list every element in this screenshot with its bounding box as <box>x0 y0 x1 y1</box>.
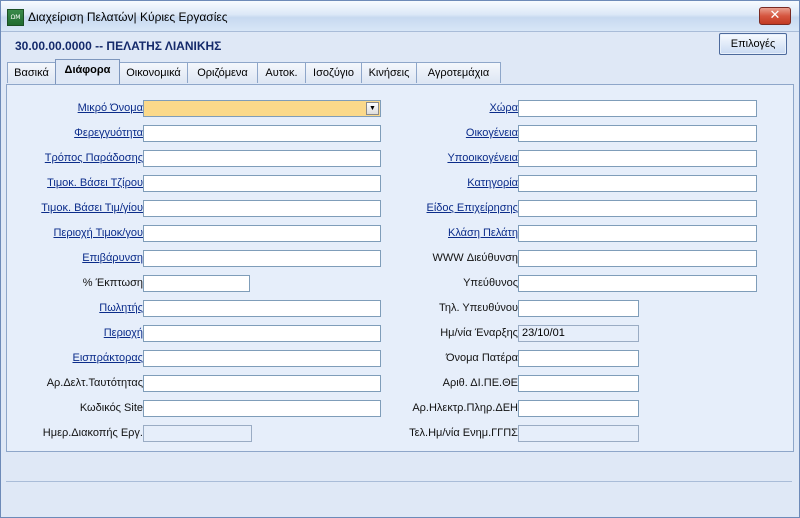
window-title: Διαχείριση Πελατών| Κύριες Εργασίες <box>28 10 228 24</box>
pricelist-area-field[interactable] <box>143 225 381 242</box>
pricelist-area-label[interactable]: Περιοχή Τιμοκ/γου <box>53 227 143 239</box>
father-name-field[interactable] <box>518 350 639 367</box>
salesperson-field[interactable] <box>143 300 381 317</box>
surcharge-label[interactable]: Επιβάρυνση <box>82 252 143 264</box>
last-gsis-update-label: Τελ.Ημ/νία Ενημ.ΓΓΠΣ <box>409 427 518 439</box>
country-field[interactable] <box>518 100 757 117</box>
app-icon: ΩΜ <box>7 9 24 26</box>
pricelist-by-pricelist-label[interactable]: Τιμοκ. Βάσει Τιμ/γίου <box>41 202 143 214</box>
close-button[interactable]: ✕ <box>759 7 791 25</box>
solvency-field[interactable] <box>143 125 381 142</box>
family-field[interactable] <box>518 125 757 142</box>
category-label[interactable]: Κατηγορία <box>467 177 518 189</box>
business-type-label[interactable]: Είδος Επιχείρησης <box>427 202 518 214</box>
start-date-label: Ημ/νία Έναρξης <box>440 327 518 339</box>
site-code-field[interactable] <box>143 400 381 417</box>
tab-auto[interactable]: Αυτοκ. <box>257 62 306 83</box>
delivery-method-label[interactable]: Τρόπος Παράδοσης <box>45 152 143 164</box>
footer-divider <box>6 481 792 482</box>
site-code-label: Κωδικός Site <box>79 402 143 414</box>
tab-land-plots[interactable]: Αγροτεμάχια <box>416 62 501 83</box>
father-name-label: Όνομα Πατέρα <box>445 352 518 364</box>
tab-balance[interactable]: Ισοζύγιο <box>305 62 362 83</box>
dipethe-number-label: Αριθ. ΔΙ.ΠΕ.ΘΕ <box>442 377 518 389</box>
person-in-charge-label: Υπεύθυνος <box>463 277 518 289</box>
customer-class-field[interactable] <box>518 225 757 242</box>
family-label[interactable]: Οικογένεια <box>466 127 518 139</box>
category-field[interactable] <box>518 175 757 192</box>
www-address-field[interactable] <box>518 250 757 267</box>
electronic-payment-number-field[interactable] <box>518 400 639 417</box>
area-label[interactable]: Περιοχή <box>104 327 143 339</box>
customer-code-title: 30.00.00.0000 -- ΠΕΛΑΤΗΣ ΛΙΑΝΙΚΗΣ <box>15 39 222 53</box>
pricelist-turnover-field[interactable] <box>143 175 381 192</box>
subfamily-label[interactable]: Υποοικογένεια <box>447 152 518 164</box>
last-gsis-update-field <box>518 425 639 442</box>
id-card-number-label: Αρ.Δελτ.Ταυτότητας <box>46 377 143 389</box>
discount-percent-label: % Έκπτωση <box>82 277 143 289</box>
tab-misc[interactable]: Διάφορα <box>55 59 120 84</box>
business-type-field[interactable] <box>518 200 757 217</box>
id-card-number-field[interactable] <box>143 375 381 392</box>
discount-percent-field[interactable] <box>143 275 250 292</box>
dipethe-number-field[interactable] <box>518 375 639 392</box>
chevron-down-icon[interactable]: ▼ <box>366 102 379 115</box>
work-stop-date-field <box>143 425 252 442</box>
close-icon: ✕ <box>769 8 781 23</box>
electronic-payment-number-label: Αρ.Ηλεκτρ.Πληρ.ΔΕΗ <box>412 402 518 414</box>
solvency-label[interactable]: Φερεγγυότητα <box>74 127 143 139</box>
tab-basic[interactable]: Βασικά <box>7 62 56 83</box>
work-stop-date-label: Ημερ.Διακοπής Εργ. <box>42 427 143 439</box>
contact-phone-field[interactable] <box>518 300 639 317</box>
pricelist-turnover-label[interactable]: Τιμοκ. Βάσει Τζίρου <box>47 177 143 189</box>
tab-defined[interactable]: Οριζόμενα <box>187 62 258 83</box>
salesperson-label[interactable]: Πωλητής <box>99 302 143 314</box>
tab-transactions[interactable]: Κινήσεις <box>361 62 417 83</box>
collector-label[interactable]: Εισπράκτορας <box>72 352 143 364</box>
contact-phone-label: Τηλ. Υπευθύνου <box>438 302 518 314</box>
title-bar[interactable]: ΩΜ Διαχείριση Πελατών| Κύριες Εργασίες ✕ <box>1 1 799 32</box>
short-name-dropdown[interactable]: ▼ <box>143 100 381 117</box>
subfamily-field[interactable] <box>518 150 757 167</box>
pricelist-by-pricelist-field[interactable] <box>143 200 381 217</box>
customer-management-window: ΩΜ Διαχείριση Πελατών| Κύριες Εργασίες ✕… <box>0 0 800 518</box>
area-field[interactable] <box>143 325 381 342</box>
surcharge-field[interactable] <box>143 250 381 267</box>
start-date-field: 23/10/01 <box>518 325 639 342</box>
misc-tab-panel: Μικρό Όνομα ▼ Φερεγγυότητα Τρόπος Παράδο… <box>6 84 794 452</box>
tab-financial[interactable]: Οικονομικά <box>119 62 188 83</box>
person-in-charge-field[interactable] <box>518 275 757 292</box>
country-label[interactable]: Χώρα <box>489 102 518 114</box>
customer-class-label[interactable]: Κλάση Πελάτη <box>448 227 518 239</box>
short-name-label[interactable]: Μικρό Όνομα <box>78 102 143 114</box>
options-button[interactable]: Επιλογές <box>719 33 787 55</box>
collector-field[interactable] <box>143 350 381 367</box>
www-address-label: WWW Διεύθυνση <box>432 252 518 264</box>
delivery-method-field[interactable] <box>143 150 381 167</box>
